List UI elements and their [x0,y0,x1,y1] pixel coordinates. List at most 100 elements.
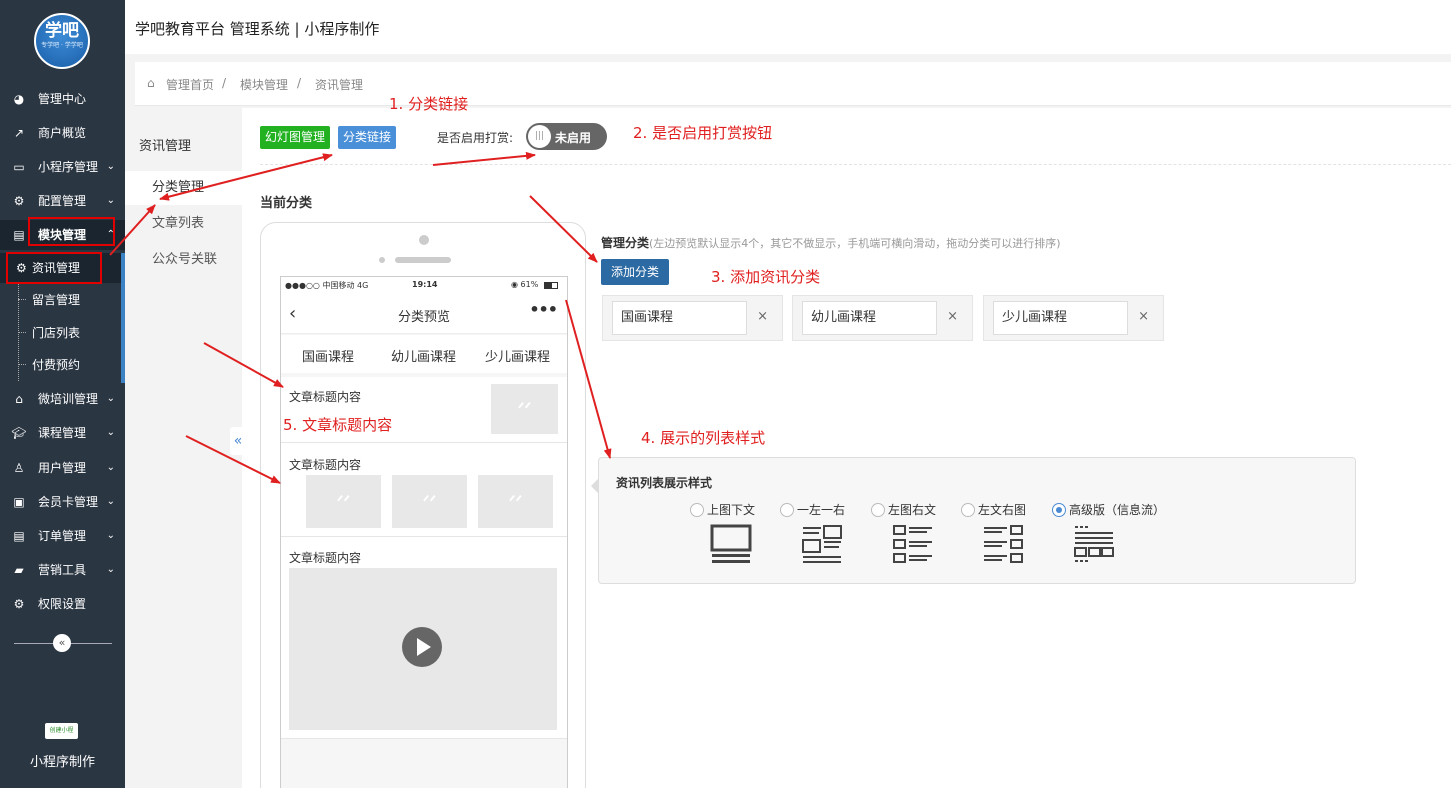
preview-tab[interactable]: 国画课程 [302,346,354,365]
preview-titlebar: ‹ 分类预览 ••• [281,294,567,334]
category-item[interactable]: 国画课程 × [602,295,783,341]
logo-subtext: 专学吧 · 学学吧 [41,42,83,49]
home-icon[interactable]: ⌂ [147,76,155,90]
tab-article-list[interactable]: 文章列表 [125,207,242,241]
top-image-layout-icon[interactable] [710,524,752,566]
sidebar-item-orders[interactable]: ▤ 订单管理 ⌄ [0,521,125,551]
status-bar: ●●●○○ 中国移动 4G 19:14 ◉ 61% [281,277,567,294]
remove-category-icon[interactable]: × [1138,309,1149,324]
sidebar-collapse-button[interactable]: « [53,634,71,652]
user-icon: ♙ [13,461,25,475]
sidebar-item-membership[interactable]: ▣ 会员卡管理 ⌄ [0,487,125,517]
style-option-advanced-feed[interactable]: 高级版（信息流） [1052,501,1165,518]
image-left-layout-icon[interactable] [892,524,934,566]
sidebar-footer-label: 小程序制作 [29,755,95,770]
option-label: 左图右文 [888,503,937,517]
sidebar-subitem-label: 付费预约 [32,358,81,372]
top-header: 学吧教育平台 管理系统 | 小程序制作 [125,0,1451,54]
annotation-1: 1. 分类链接 [389,95,469,113]
remove-category-icon[interactable]: × [947,309,958,324]
brand-logo[interactable]: 学吧 专学吧 · 学学吧 [34,13,90,69]
slideshow-button[interactable]: 幻灯图管理 [260,126,331,149]
main-content: 幻灯图管理 分类链接 是否启用打赏: ||| 未启用 当前分类 ●●●○○ 中国… [242,108,1451,788]
preview-article[interactable]: 文章标题内容 ᐟᐟ ᐟᐟ ᐟᐟ [281,443,567,537]
sidebar-item-label: 商户概览 [38,126,87,140]
category-name-input[interactable]: 少儿画课程 [993,301,1128,335]
logo-text: 学吧 [45,21,79,41]
radio-button[interactable] [961,503,975,517]
divider [260,164,1451,165]
sidebar-subitem-label: 留言管理 [32,293,81,307]
tab-official-account[interactable]: 公众号关联 [125,243,242,277]
radio-button[interactable] [690,503,704,517]
option-label: 上图下文 [707,503,756,517]
category-name-input[interactable]: 国画课程 [612,301,747,335]
category-item[interactable]: 少儿画课程 × [983,295,1164,341]
sidebar-item-label: 权限设置 [38,597,87,611]
sidebar-subitem-stores[interactable]: 门店列表 [0,318,122,348]
radio-button[interactable] [871,503,885,517]
sidebar-item-miniprogram[interactable]: ▭ 小程序管理 ⌄ [0,152,125,182]
highlight-box [28,217,115,246]
play-icon[interactable] [402,627,442,667]
home-icon: ⌂ [15,392,23,406]
sidebar-item-training[interactable]: ⌂ 微培训管理 ⌄ [0,384,125,414]
option-label: 一左一右 [797,503,846,517]
annotation-5: 5. 文章标题内容 [283,416,393,434]
radio-button-selected[interactable] [1052,503,1066,517]
sidebar: 学吧 专学吧 · 学学吧 ◕ 管理中心 ↗ 商户概览 ▭ 小程序管理 ⌄ ⚙ 配… [0,0,125,788]
preview-article[interactable]: 文章标题内容 [281,537,567,739]
sidebar-item-dashboard[interactable]: ◕ 管理中心 [0,84,125,114]
chevron-down-icon: ⌄ [106,161,115,172]
current-category-heading: 当前分类 [260,196,313,211]
phone-speaker [395,257,451,263]
more-icon[interactable]: ••• [529,300,558,319]
image-placeholder: ᐟᐟ [306,475,381,528]
tree-tick [18,364,26,365]
sidebar-item-label: 微培训管理 [38,392,99,406]
preview-tab[interactable]: 少儿画课程 [485,346,550,365]
image-placeholder: ᐟᐟ [392,475,467,528]
breadcrumb-current: 资讯管理 [315,78,364,92]
sidebar-item-permissions[interactable]: ⚙ 权限设置 [0,589,125,619]
annotation-2: 2. 是否启用打赏按钮 [633,124,773,142]
sidebar-subitem-booking[interactable]: 付费预约 [0,350,122,380]
sidebar-item-users[interactable]: ♙ 用户管理 ⌄ [0,453,125,483]
style-option-image-left[interactable]: 左图右文 [871,501,936,518]
add-category-button[interactable]: 添加分类 [601,259,670,285]
sidebar-item-overview[interactable]: ↗ 商户概览 [0,118,125,148]
radio-button[interactable] [780,503,794,517]
app-title: 学吧教育平台 管理系统 | 小程序制作 [135,20,380,38]
sidebar-item-label: 用户管理 [38,461,87,475]
sidebar-subitem-label: 门店列表 [32,326,81,340]
sidebar-item-courses[interactable]: 🎓︎ 课程管理 ⌄ [0,418,125,448]
annotation-3: 3. 添加资讯分类 [711,268,821,286]
sidebar-item-label: 营销工具 [38,563,87,577]
article-title: 文章标题内容 [289,458,362,472]
category-link-button[interactable]: 分类链接 [338,126,397,149]
option-label: 左文右图 [978,503,1027,517]
breadcrumb-modules[interactable]: 模块管理 [240,76,288,93]
category-item[interactable]: 幼儿画课程 × [792,295,973,341]
breadcrumb-home[interactable]: 管理首页 [166,76,214,93]
style-option-image-right[interactable]: 左文右图 [961,501,1026,518]
remove-category-icon[interactable]: × [757,309,768,324]
mini-logo: 创建小程 [45,723,78,739]
preview-tab[interactable]: 幼儿画课程 [391,346,456,365]
image-right-layout-icon[interactable] [982,524,1024,566]
feed-layout-icon[interactable] [1073,524,1115,566]
reward-toggle[interactable]: ||| 未启用 [526,123,607,150]
video-placeholder [289,568,557,730]
tab-category-management[interactable]: 分类管理 [125,171,242,205]
battery: ◉ 61% [511,280,539,289]
style-option-left-right[interactable]: 一左一右 [780,501,845,518]
chevron-down-icon: ⌄ [106,530,115,541]
tree-tick [18,332,26,333]
style-option-top-image[interactable]: 上图下文 [690,501,755,518]
sidebar-subitem-messages[interactable]: 留言管理 [0,285,122,315]
category-name-input[interactable]: 幼儿画课程 [802,301,937,335]
left-right-layout-icon[interactable] [801,524,843,566]
sidebar-item-marketing[interactable]: ▰ 营销工具 ⌄ [0,555,125,585]
sidebar-item-config[interactable]: ⚙ 配置管理 ⌄ [0,186,125,216]
carrier: ●●●○○ 中国移动 4G [285,281,369,290]
